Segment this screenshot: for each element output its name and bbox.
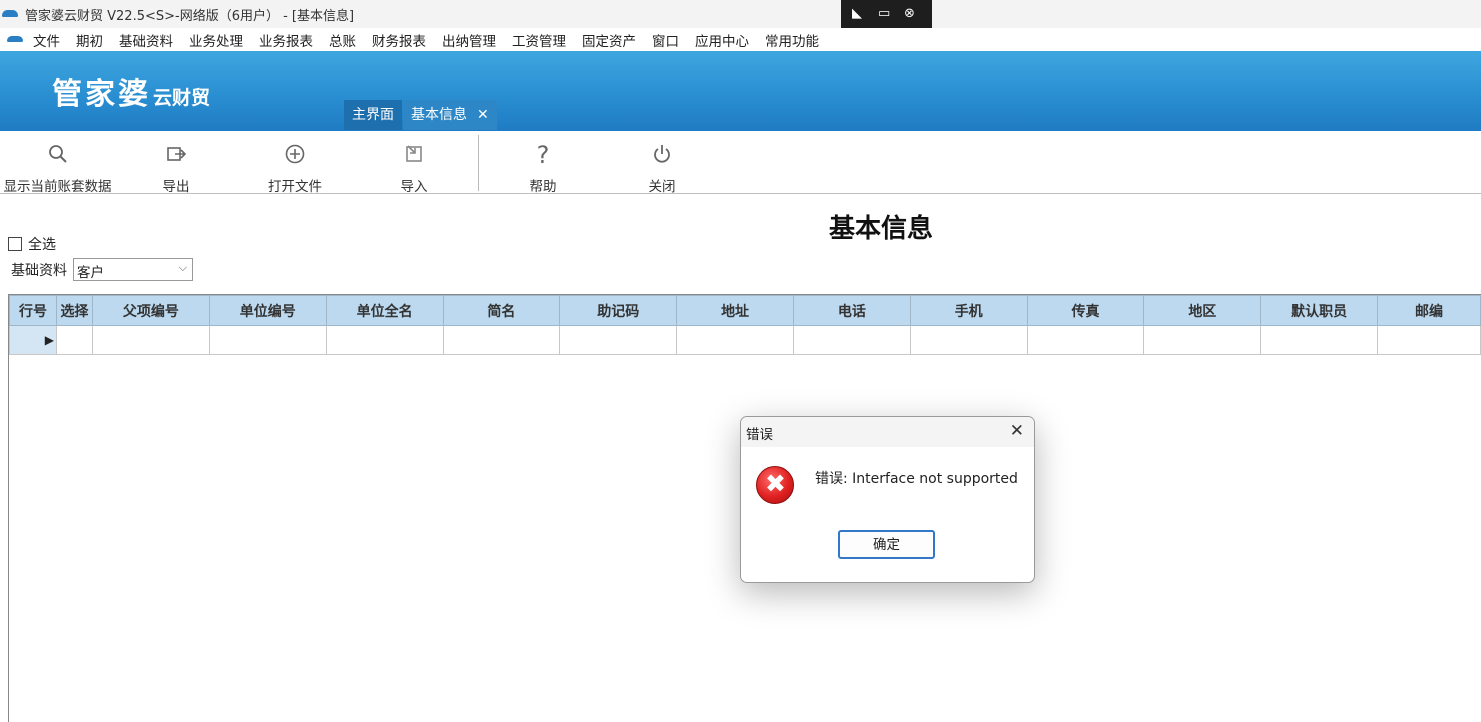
import-icon <box>384 143 444 167</box>
grid-cell[interactable] <box>91 325 210 355</box>
error-dialog: 错误 ✕ ✖ 错误: Interface not supported 确定 <box>740 416 1035 583</box>
open-file-label: 打开文件 <box>268 179 322 195</box>
menu-bar: 文件 期初 基础资料 业务处理 业务报表 总账 财务报表 出纳管理 工资管理 固… <box>0 28 1481 51</box>
minimize-window-icon[interactable]: ▭ <box>878 6 890 21</box>
col-postcode[interactable]: 邮编 <box>1377 295 1481 326</box>
error-icon: ✖ <box>756 466 794 504</box>
window-titlebar: 管家婆云财贸 V22.5<S>-网络版（6用户） - [基本信息] <box>0 0 1481 28</box>
grid-cell[interactable] <box>559 325 678 355</box>
category-label: 基础资料 <box>11 262 67 279</box>
open-file-button[interactable]: 打开文件 <box>259 131 331 195</box>
help-icon: ? <box>536 141 550 169</box>
tab-main[interactable]: 主界面 <box>344 100 402 130</box>
select-all-checkbox[interactable] <box>8 237 22 251</box>
tab-main-label: 主界面 <box>352 107 394 123</box>
col-fax[interactable]: 传真 <box>1026 295 1145 326</box>
brand-logo-sub: 云财贸 <box>153 87 211 109</box>
show-current-data-label: 显示当前账套数据 <box>3 179 112 195</box>
col-short-name[interactable]: 简名 <box>442 295 561 326</box>
dialog-title: 错误 <box>746 427 773 443</box>
grid-cell[interactable] <box>55 325 93 355</box>
col-address[interactable]: 地址 <box>676 295 794 326</box>
col-parent-code[interactable]: 父项编号 <box>91 295 210 326</box>
grid-cell[interactable] <box>1377 325 1481 355</box>
select-all-label: 全选 <box>28 237 56 253</box>
toolbar-divider <box>478 135 479 191</box>
grid-cell[interactable] <box>676 325 794 355</box>
col-default-staff[interactable]: 默认职员 <box>1260 295 1379 326</box>
menu-basic-data[interactable]: 基础资料 <box>119 30 173 50</box>
category-filter: 基础资料 客户 ⌵ <box>11 258 193 281</box>
export-icon <box>146 143 206 167</box>
chevron-down-icon: ⌵ <box>178 261 187 274</box>
grid-header-row: 行号 选择 父项编号 单位编号 单位全名 简名 助记码 地址 电话 手机 传真 … <box>9 295 1481 326</box>
col-region[interactable]: 地区 <box>1143 295 1262 326</box>
grid-cell[interactable] <box>1143 325 1262 355</box>
col-unit-code[interactable]: 单位编号 <box>208 295 327 326</box>
category-select[interactable]: 客户 ⌵ <box>73 258 193 281</box>
menu-app-center[interactable]: 应用中心 <box>695 30 749 50</box>
plus-circle-icon <box>259 143 331 167</box>
toolbar: 显示当前账套数据 导出 打开文件 导入 ? 帮助 关闭 <box>0 131 1481 195</box>
col-mobile[interactable]: 手机 <box>909 295 1028 326</box>
menu-ledger[interactable]: 总账 <box>329 30 356 50</box>
data-grid: 行号 选择 父项编号 单位编号 单位全名 简名 助记码 地址 电话 手机 传真 … <box>9 295 1481 355</box>
col-row-number[interactable]: 行号 <box>9 295 57 326</box>
import-button[interactable]: 导入 <box>384 131 444 195</box>
help-button[interactable]: ? 帮助 <box>513 131 573 195</box>
col-mnemonic[interactable]: 助记码 <box>559 295 678 326</box>
category-select-value: 客户 <box>77 265 104 281</box>
export-button[interactable]: 导出 <box>146 131 206 195</box>
header-banner: 管家婆 云财贸 主界面 基本信息 ✕ <box>0 51 1481 131</box>
power-icon <box>632 143 692 167</box>
close-icon[interactable]: ✕ <box>1010 421 1024 441</box>
menu-financial-reports[interactable]: 财务报表 <box>372 30 426 50</box>
grid-cell[interactable] <box>325 325 444 355</box>
app-logo-icon <box>2 10 18 17</box>
menu-business[interactable]: 业务处理 <box>189 30 243 50</box>
dialog-message: 错误: Interface not supported <box>815 471 1018 487</box>
select-all-row: 全选 <box>8 234 56 254</box>
grid-cell[interactable] <box>1026 325 1145 355</box>
tab-close-icon[interactable]: ✕ <box>477 107 489 123</box>
menu-app-icon[interactable] <box>7 36 23 42</box>
menu-fixed-assets[interactable]: 固定资产 <box>582 30 636 50</box>
page-title: 基本信息 <box>829 214 934 244</box>
tab-basic-info[interactable]: 基本信息 ✕ <box>403 100 497 130</box>
help-label: 帮助 <box>529 179 557 195</box>
menu-cashier[interactable]: 出纳管理 <box>442 30 496 50</box>
grid-cell[interactable] <box>1260 325 1379 355</box>
col-select[interactable]: 选择 <box>55 295 93 326</box>
remote-control-bar: ◣ ▭ ⊗ <box>841 0 932 28</box>
search-icon <box>0 143 115 167</box>
col-phone[interactable]: 电话 <box>792 295 911 326</box>
brand-logo: 管家婆 云财贸 <box>52 69 210 113</box>
brand-logo-text: 管家婆 <box>52 77 151 112</box>
menu-file[interactable]: 文件 <box>33 30 60 50</box>
close-label: 关闭 <box>648 179 676 195</box>
close-session-icon[interactable]: ⊗ <box>904 6 915 21</box>
col-unit-full-name[interactable]: 单位全名 <box>325 295 444 326</box>
menu-window[interactable]: 窗口 <box>652 30 679 50</box>
grid-cell[interactable] <box>909 325 1028 355</box>
table-row[interactable]: ▶ <box>9 325 1481 355</box>
row-indicator-icon: ▶ <box>9 325 57 355</box>
grid-cell[interactable] <box>792 325 911 355</box>
menu-common[interactable]: 常用功能 <box>765 30 819 50</box>
menu-opening[interactable]: 期初 <box>76 30 103 50</box>
grid-cell[interactable] <box>208 325 327 355</box>
export-label: 导出 <box>162 179 190 195</box>
ok-button[interactable]: 确定 <box>838 530 935 559</box>
document-tabs: 主界面 基本信息 ✕ <box>344 100 498 130</box>
close-button[interactable]: 关闭 <box>632 131 692 195</box>
menu-business-reports[interactable]: 业务报表 <box>259 30 313 50</box>
dialog-titlebar: 错误 ✕ <box>741 417 1034 447</box>
pin-icon[interactable]: ◣ <box>852 6 862 21</box>
tab-basic-info-label: 基本信息 <box>411 107 467 123</box>
import-label: 导入 <box>400 179 428 195</box>
grid-cell[interactable] <box>442 325 561 355</box>
menu-payroll[interactable]: 工资管理 <box>512 30 566 50</box>
window-title: 管家婆云财贸 V22.5<S>-网络版（6用户） - [基本信息] <box>25 9 355 24</box>
show-current-data-button[interactable]: 显示当前账套数据 <box>0 131 115 195</box>
